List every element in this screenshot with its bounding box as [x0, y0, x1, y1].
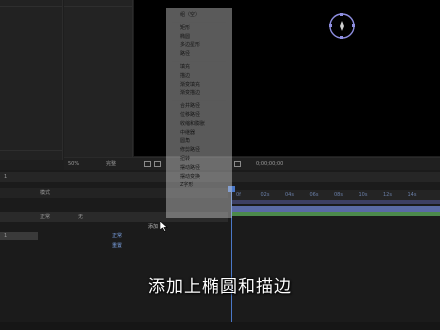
status-strip: [0, 322, 440, 330]
menu-item[interactable]: Z字形: [180, 182, 193, 188]
effects-panel: [64, 0, 133, 160]
layer-track-green: [232, 212, 440, 216]
mode-select[interactable]: 正常: [40, 212, 50, 222]
menu-item[interactable]: 圆角: [180, 138, 190, 144]
menu-item[interactable]: 中继器: [180, 130, 195, 136]
menu-item[interactable]: 渐变描边: [180, 90, 200, 96]
ruler-tick-label: 04s: [285, 192, 294, 198]
ruler-tick-label: 06s: [309, 192, 319, 198]
ellipse-shape-icon[interactable]: [328, 12, 356, 40]
menu-item[interactable]: 路径: [180, 51, 190, 57]
camera-icon[interactable]: [234, 161, 241, 167]
time-ruler[interactable]: 0f 02s 04s 06s 08s 10s 12s 14s: [232, 190, 440, 200]
menu-item[interactable]: 摆动路径: [180, 165, 200, 171]
ruler-tick-label: 08s: [334, 192, 343, 198]
reset-link[interactable]: 重置: [112, 242, 122, 249]
menu-item[interactable]: 位移路径: [180, 112, 200, 118]
menu-item[interactable]: 矩形: [180, 25, 190, 31]
menu-item[interactable]: 描边: [180, 73, 190, 79]
ruler-tick-label: 0f: [236, 192, 241, 198]
mode-header: 模式: [40, 190, 51, 196]
viewer-toolbar: 50% 完整 0;00;00;00: [64, 157, 440, 170]
menu-separator: [172, 61, 226, 62]
menu-separator: [172, 100, 226, 102]
annotation-text: 正常: [112, 233, 123, 239]
menu-item[interactable]: 收缩和膨胀: [180, 121, 205, 127]
resolution-select[interactable]: 完整: [106, 158, 116, 170]
video-subtitle: 添加上椭圆和描边: [148, 277, 292, 297]
work-area-bar[interactable]: [232, 200, 440, 204]
menu-item[interactable]: 修剪路径: [180, 147, 200, 153]
grid-icon[interactable]: [144, 161, 151, 167]
menu-item[interactable]: 摆动变换: [180, 174, 200, 180]
mask-icon[interactable]: [154, 161, 161, 167]
menu-item[interactable]: 渐变填充: [180, 82, 200, 88]
ruler-tick-label: 14s: [407, 192, 417, 198]
add-shape-menu: 组（空） 矩形椭圆多边星形路径填充描边渐变填充渐变描边合并路径位移路径收缩和膨胀中…: [166, 8, 232, 218]
menu-item[interactable]: 填充: [180, 64, 190, 70]
ruler-tick-label: 12s: [383, 192, 392, 198]
timecode-display[interactable]: 0;00;00;00: [256, 158, 283, 170]
menu-item[interactable]: 合并路径: [180, 103, 200, 109]
sub-label: 1: [4, 233, 8, 239]
menu-item[interactable]: 扭转: [180, 156, 190, 162]
menu-item[interactable]: 组（空）: [180, 12, 200, 18]
ruler-tick-label: 10s: [358, 192, 368, 198]
menu-item[interactable]: 多边星形: [180, 42, 200, 48]
project-panel: [0, 0, 63, 160]
matte-select[interactable]: 无: [78, 212, 83, 222]
zoom-select[interactable]: 50%: [68, 158, 79, 170]
menu-item[interactable]: 椭圆: [180, 34, 190, 40]
mouse-cursor-icon: [160, 221, 168, 232]
menu-separator: [172, 21, 226, 23]
tab-comp[interactable]: 1: [4, 172, 7, 182]
ruler-tick-label: 02s: [260, 192, 270, 198]
add-label[interactable]: 添加: [148, 223, 158, 230]
layer-subrow[interactable]: 1: [0, 232, 38, 240]
